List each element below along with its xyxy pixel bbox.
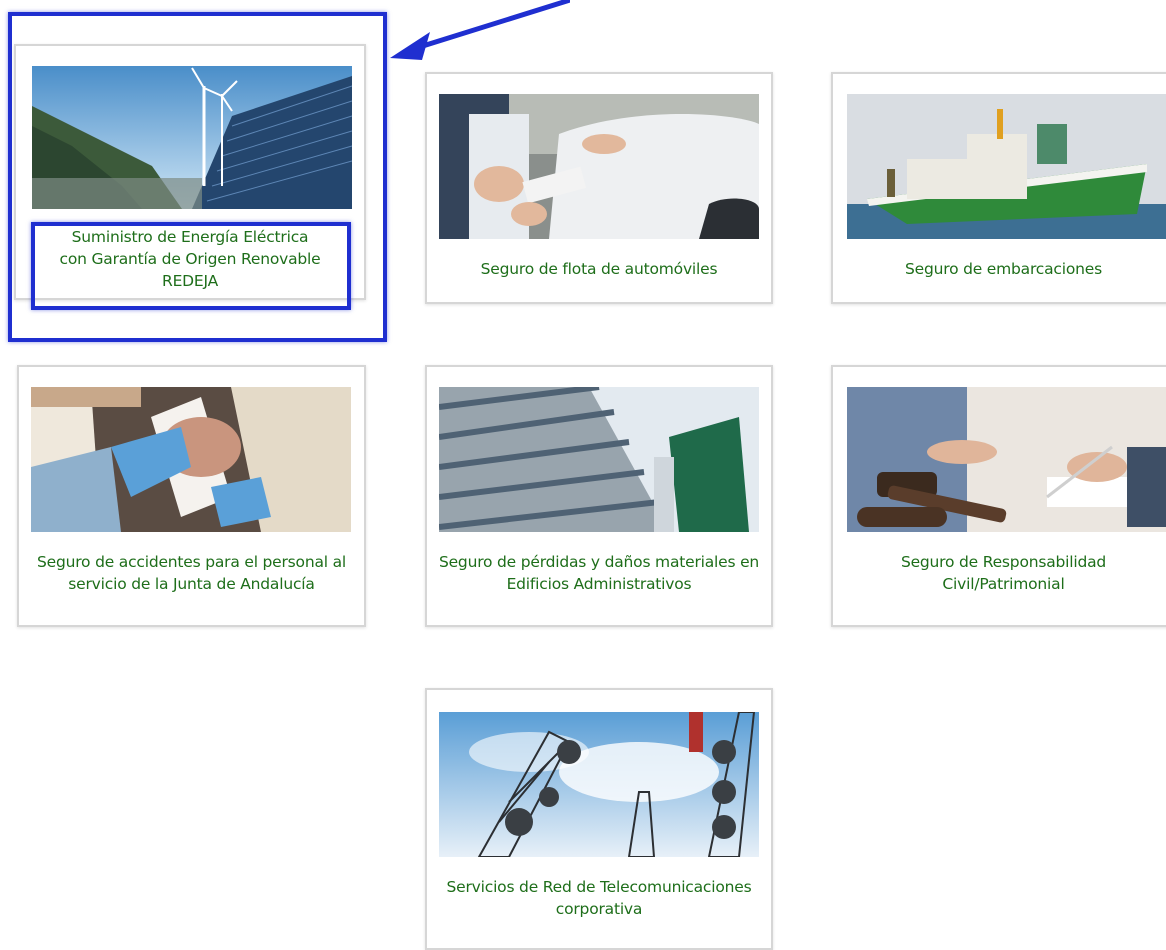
service-card-label[interactable]: Servicios de Red de Telecomunicaciones c… (427, 876, 771, 920)
service-card-label[interactable]: Seguro de pérdidas y daños materiales en… (427, 551, 771, 595)
service-card-buildings[interactable]: Seguro de pérdidas y daños materiales en… (425, 365, 773, 627)
service-card-car-fleet[interactable]: Seguro de flota de automóviles (425, 72, 773, 304)
service-card-label[interactable]: Seguro de flota de automóviles (427, 258, 771, 280)
gavel-signing-image (847, 387, 1166, 532)
car-inspection-image (439, 94, 759, 239)
service-card-telecom[interactable]: Servicios de Red de Telecomunicaciones c… (425, 688, 773, 950)
annotation-label-highlight-box (31, 222, 351, 310)
medical-bandage-image (31, 387, 351, 532)
service-card-label[interactable]: Seguro de Responsabilidad Civil/Patrimon… (833, 551, 1166, 595)
telecom-towers-image (439, 712, 759, 857)
office-building-image (439, 387, 759, 532)
service-card-boats[interactable]: Seguro de embarcaciones (831, 72, 1166, 304)
service-card-liability[interactable]: Seguro de Responsabilidad Civil/Patrimon… (831, 365, 1166, 627)
patrol-boat-image (847, 94, 1166, 239)
service-card-label[interactable]: Seguro de embarcaciones (833, 258, 1166, 280)
arrow-pointer-icon (390, 0, 570, 60)
service-card-label[interactable]: Seguro de accidentes para el personal al… (19, 551, 364, 595)
service-card-accidents[interactable]: Seguro de accidentes para el personal al… (17, 365, 366, 627)
